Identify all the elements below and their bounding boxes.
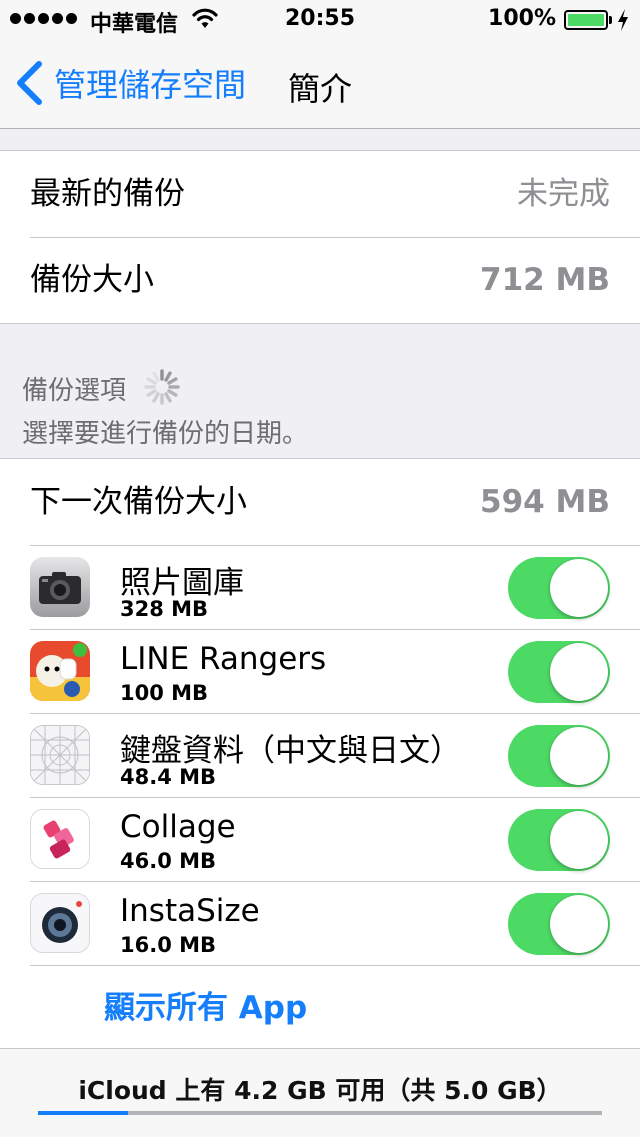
- storage-used-fill: [38, 1111, 129, 1115]
- latest-backup-label: 最新的備份: [30, 176, 185, 212]
- instasize-icon: [30, 893, 90, 953]
- toggle-knob: [550, 895, 608, 953]
- toggle-knob: [550, 727, 608, 785]
- line-rangers-icon: [30, 641, 90, 701]
- app-name: Collage: [120, 809, 236, 845]
- backup-size-value: 712 MB: [480, 262, 610, 298]
- backup-info-group: 最新的備份 未完成 備份大小 712 MB: [0, 150, 640, 324]
- camera-icon: [30, 557, 90, 617]
- app-name: 照片圖庫: [120, 565, 244, 601]
- app-backup-toggle[interactable]: [508, 893, 610, 955]
- app-row: LINE Rangers 100 MB: [0, 629, 640, 713]
- app-size: 16.0 MB: [120, 933, 217, 957]
- loading-spinner-icon: [144, 369, 180, 405]
- battery-icon: [564, 10, 608, 30]
- app-name: InstaSize: [120, 893, 260, 929]
- backup-options-subheader: 選擇要進行備份的日期。: [22, 419, 309, 449]
- status-bar: 中華電信 20:55 100%: [0, 0, 640, 40]
- latest-backup-value: 未完成: [517, 176, 610, 212]
- next-backup-size-label: 下一次備份大小: [30, 484, 247, 520]
- toggle-knob: [550, 559, 608, 617]
- storage-footer: iCloud 上有 4.2 GB 可用（共 5.0 GB）: [0, 1048, 640, 1137]
- chevron-left-icon: [17, 61, 42, 105]
- show-all-apps-row: 顯示所有 App: [0, 965, 640, 1049]
- app-row: 鍵盤資料（中文與日文） 48.4 MB: [0, 713, 640, 797]
- collage-icon: [30, 809, 90, 869]
- backup-size-row: 備份大小 712 MB: [0, 237, 640, 323]
- back-button[interactable]: 管理儲存空間: [14, 58, 246, 108]
- page-title: 簡介: [288, 70, 353, 108]
- app-row: Collage 46.0 MB: [0, 797, 640, 881]
- app-backup-toggle[interactable]: [508, 557, 610, 619]
- storage-summary: iCloud 上有 4.2 GB 可用（共 5.0 GB）: [78, 1076, 562, 1105]
- backup-size-label: 備份大小: [30, 262, 154, 298]
- app-backup-toggle[interactable]: [508, 809, 610, 871]
- app-name: 鍵盤資料（中文與日文）: [120, 733, 461, 769]
- next-backup-size-row: 下一次備份大小 594 MB: [0, 459, 640, 545]
- app-size: 46.0 MB: [120, 849, 217, 873]
- next-backup-size-value: 594 MB: [480, 484, 610, 520]
- latest-backup-row: 最新的備份 未完成: [0, 151, 640, 237]
- back-button-label: 管理儲存空間: [54, 66, 247, 104]
- backup-options-group: 下一次備份大小 594 MB 照片圖庫 328 MB LINE Rangers …: [0, 458, 640, 1050]
- app-backup-toggle[interactable]: [508, 725, 610, 787]
- app-name: LINE Rangers: [120, 641, 327, 677]
- keyboard-data-icon: [30, 725, 90, 785]
- navigation-bar: 管理儲存空間 簡介: [0, 40, 640, 129]
- battery-level-fill: [568, 14, 604, 26]
- app-backup-toggle[interactable]: [508, 641, 610, 703]
- backup-options-header: 備份選項: [22, 376, 127, 406]
- battery-percentage: 100%: [488, 6, 556, 31]
- toggle-knob: [550, 811, 608, 869]
- app-size: 100 MB: [120, 681, 209, 705]
- app-row: 照片圖庫 328 MB: [0, 545, 640, 629]
- battery-tip: [609, 16, 612, 24]
- app-size: 48.4 MB: [120, 765, 217, 789]
- app-row: InstaSize 16.0 MB: [0, 881, 640, 965]
- show-all-apps-button[interactable]: 顯示所有 App: [104, 965, 307, 1051]
- storage-progress-bar: [38, 1111, 602, 1115]
- toggle-knob: [550, 643, 608, 701]
- app-size: 328 MB: [120, 597, 209, 621]
- charging-bolt-icon: [618, 9, 628, 31]
